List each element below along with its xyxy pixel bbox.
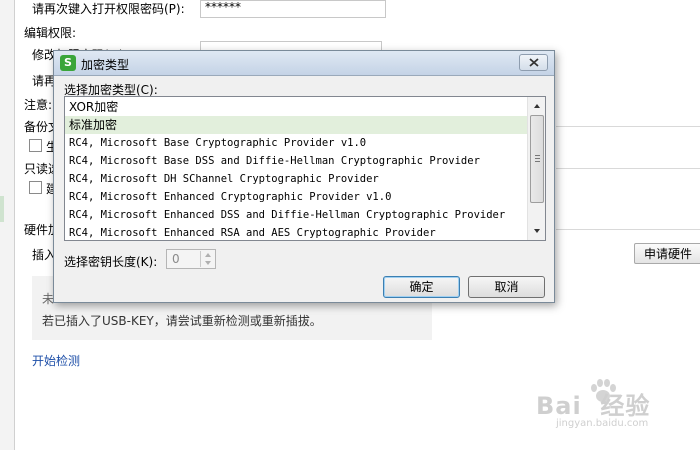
list-scrollbar[interactable]: [527, 97, 545, 240]
usb-key-hint-text: 若已插入了USB-KEY，请尝试重新检测或重新插拔。: [42, 314, 322, 328]
ok-button[interactable]: 确定: [383, 276, 460, 298]
scroll-up-arrow-icon[interactable]: [530, 99, 544, 113]
encryption-type-dialog: S 加密类型 选择加密类型(C): XOR加密 标准加密 RC4, Micros…: [53, 50, 555, 303]
reopen-password-field[interactable]: ******: [200, 0, 386, 18]
close-button[interactable]: [519, 54, 548, 71]
watermark-url: jingyan.baidu.com: [556, 418, 649, 429]
edit-permission-heading: 编辑权限:: [24, 26, 77, 40]
wps-app-icon: S: [60, 55, 76, 71]
readonly-checkbox[interactable]: [29, 181, 42, 194]
list-item[interactable]: RC4, Microsoft Enhanced DSS and Diffie-H…: [65, 206, 527, 224]
baidu-watermark: Bai 经验 jingyan.baidu.com: [536, 378, 696, 438]
dialog-title: 加密类型: [81, 58, 130, 72]
list-item[interactable]: RC4, Microsoft Base Cryptographic Provid…: [65, 134, 527, 152]
apply-hardware-button[interactable]: 申请硬件: [634, 243, 700, 264]
spin-up-icon[interactable]: [200, 251, 215, 259]
scroll-down-arrow-icon[interactable]: [530, 224, 544, 238]
list-item[interactable]: RC4, Microsoft Base DSS and Diffie-Hellm…: [65, 152, 527, 170]
key-length-value: 0: [172, 252, 180, 266]
dialog-titlebar[interactable]: S 加密类型: [54, 51, 554, 76]
list-item-selected[interactable]: 标准加密: [65, 116, 527, 134]
backup-checkbox[interactable]: [29, 139, 42, 152]
left-gutter: [0, 0, 15, 450]
list-item[interactable]: XOR加密: [65, 98, 527, 116]
start-detect-link[interactable]: 开始检测: [32, 352, 80, 369]
watermark-logo-text: Bai 经验: [536, 392, 651, 420]
reopen-password-label: 请再次键入打开权限密码(P):: [32, 2, 185, 16]
section-divider: [556, 168, 700, 169]
left-gutter-marker: [0, 196, 4, 222]
key-length-spinner[interactable]: 0: [166, 249, 216, 269]
section-divider: [556, 126, 700, 127]
encryption-type-list[interactable]: XOR加密 标准加密 RC4, Microsoft Base Cryptogra…: [64, 96, 546, 241]
section-divider: [556, 229, 700, 230]
key-length-label: 选择密钥长度(K):: [64, 255, 158, 269]
scroll-thumb[interactable]: [530, 115, 544, 203]
left-gutter-border: [14, 0, 15, 450]
list-item[interactable]: RC4, Microsoft DH SChannel Cryptographic…: [65, 170, 527, 188]
cancel-button[interactable]: 取消: [468, 276, 545, 298]
list-item[interactable]: RC4, Microsoft Enhanced RSA and AES Cryp…: [65, 224, 527, 240]
list-item[interactable]: RC4, Microsoft Enhanced Cryptographic Pr…: [65, 188, 527, 206]
close-icon: [529, 58, 539, 67]
spin-down-icon[interactable]: [200, 259, 215, 267]
notice-label: 注意:: [24, 98, 53, 112]
